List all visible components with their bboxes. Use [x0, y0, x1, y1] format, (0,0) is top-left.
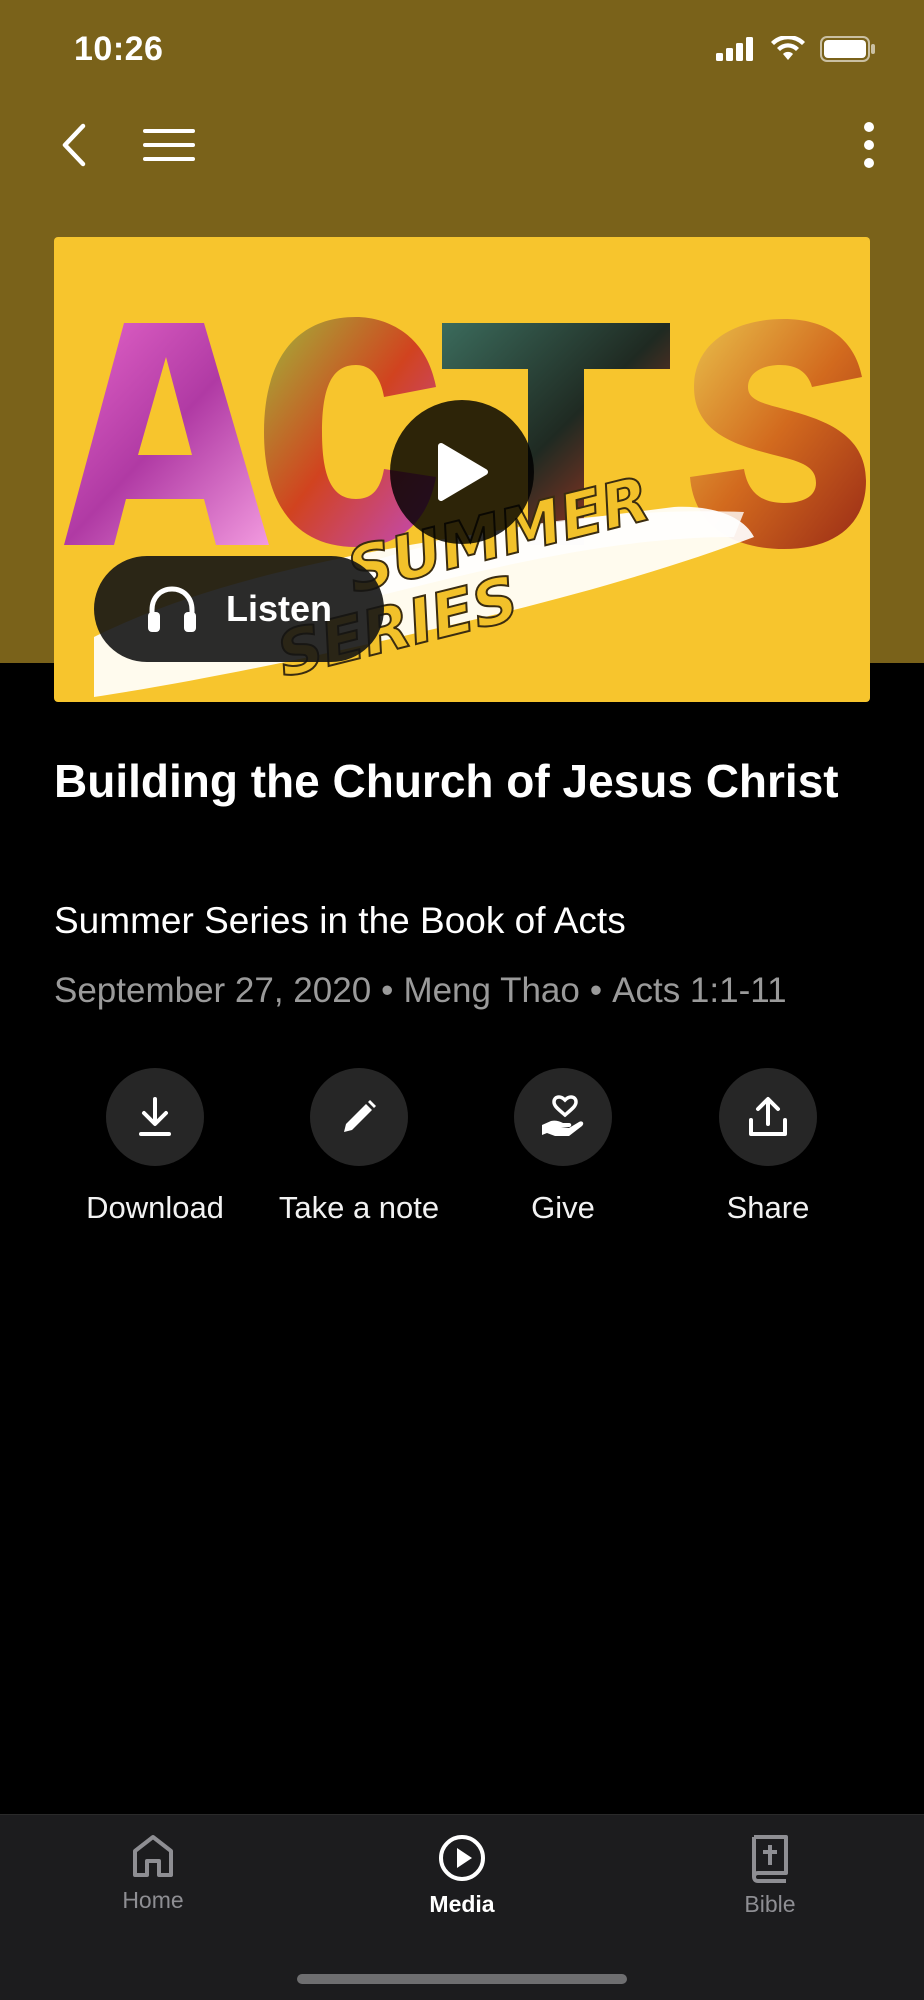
series-subtitle: Summer Series in the Book of Acts [54, 900, 626, 941]
download-label: Download [86, 1190, 224, 1225]
share-circle[interactable] [719, 1068, 817, 1166]
tab-bible[interactable]: Bible [670, 1833, 870, 1918]
listen-label: Listen [226, 588, 333, 629]
download-icon [139, 1097, 171, 1136]
download-circle[interactable] [106, 1068, 204, 1166]
meta-separator: • [381, 971, 394, 1010]
pencil-icon [344, 1100, 376, 1132]
tab-bar: Home Media Bible [0, 1814, 924, 2000]
top-nav [0, 110, 924, 180]
menu-button[interactable] [138, 110, 200, 180]
take-note-button[interactable]: Take a note [257, 1068, 461, 1226]
give-label: Give [531, 1190, 595, 1225]
play-button[interactable] [390, 400, 534, 544]
media-scripture: Acts 1:1-11 [612, 971, 787, 1010]
media-date: September 27, 2020 [54, 971, 372, 1010]
meta-separator: • [589, 971, 603, 1010]
status-icons [716, 36, 876, 62]
wifi-icon [771, 36, 805, 60]
home-icon [133, 1835, 173, 1877]
tab-home[interactable]: Home [53, 1833, 253, 1914]
share-label: Share [726, 1190, 810, 1225]
tab-media-label: Media [429, 1891, 495, 1917]
give-button[interactable]: Give [461, 1068, 665, 1226]
more-vertical-icon [864, 122, 874, 168]
chevron-left-icon [62, 123, 86, 167]
play-icon [438, 443, 488, 501]
take-note-circle[interactable] [310, 1068, 408, 1166]
tab-home-label: Home [122, 1887, 184, 1913]
headphones-icon [148, 586, 196, 632]
download-button[interactable]: Download [53, 1068, 257, 1226]
hamburger-icon [143, 129, 195, 161]
media-meta: September 27, 2020 • Meng Thao • Acts 1:1-11 [54, 968, 904, 1014]
share-button[interactable]: Share [666, 1068, 870, 1226]
bible-icon [752, 1835, 788, 1883]
take-note-label: Take a note [278, 1190, 440, 1225]
status-bar: 10:26 [0, 0, 924, 100]
give-heart-hand-icon [542, 1095, 584, 1136]
play-circle-icon [439, 1835, 485, 1881]
give-circle[interactable] [514, 1068, 612, 1166]
cellular-signal-icon [716, 37, 753, 61]
share-icon [749, 1097, 787, 1136]
listen-button[interactable]: Listen [94, 556, 384, 662]
media-speaker: Meng Thao [403, 971, 580, 1010]
more-options-button[interactable] [844, 110, 894, 180]
battery-icon [820, 36, 875, 62]
back-button[interactable] [44, 110, 104, 180]
home-indicator [297, 1974, 627, 1984]
media-title: Building the Church of Jesus Christ [54, 755, 839, 807]
action-row: Download Take a note Give Share [0, 1068, 924, 1238]
status-time: 10:26 [74, 30, 164, 68]
tab-media[interactable]: Media [362, 1833, 562, 1918]
tab-bible-label: Bible [744, 1891, 796, 1917]
